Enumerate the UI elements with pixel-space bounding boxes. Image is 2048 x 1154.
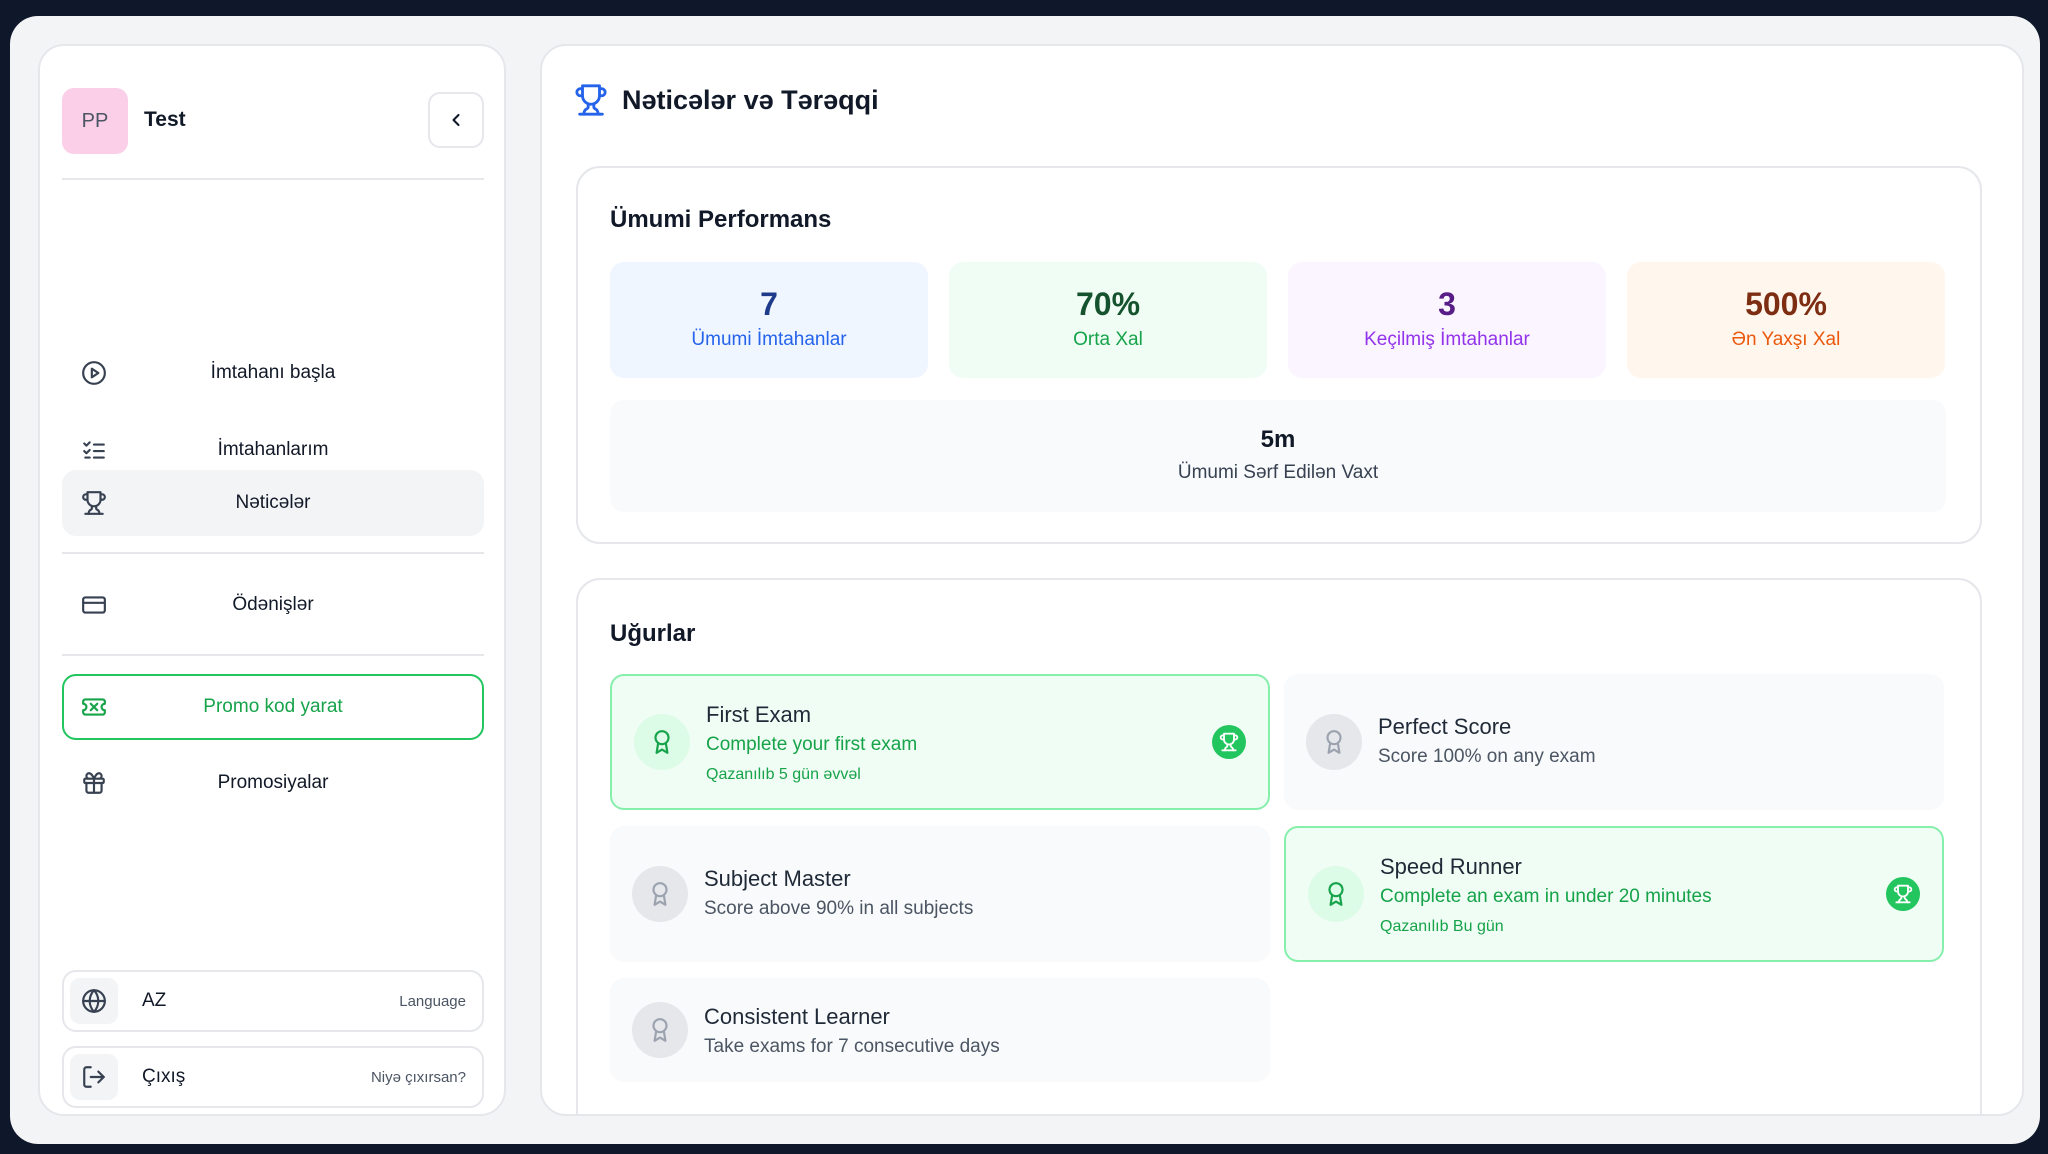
award-icon <box>632 1002 688 1058</box>
stat-label: Keçilmiş İmtahanlar <box>1364 329 1530 350</box>
user-profile: PP Test <box>62 88 484 180</box>
sidebar-item-label: Ödənişlər <box>232 594 314 615</box>
sidebar-item-label: İmtahanlarım <box>217 439 329 460</box>
chevron-left-icon <box>452 113 460 127</box>
earned-trophy-icon <box>1886 877 1920 911</box>
award-icon <box>634 714 690 770</box>
stat-label: Ümumi İmtahanlar <box>691 329 847 350</box>
language-selector[interactable]: AZ Language <box>62 970 484 1032</box>
achievement-title: Speed Runner <box>1380 854 1522 879</box>
total-time-value: 5m <box>1260 426 1296 453</box>
performance-title: Ümumi Performans <box>610 206 832 233</box>
play-circle-icon <box>80 359 108 387</box>
achievement-date: Qazanılıb Bu gün <box>1380 918 1504 935</box>
logout-icon <box>70 1054 118 1100</box>
achievement-title: First Exam <box>706 702 812 727</box>
credit-card-icon <box>80 591 108 619</box>
sidebar-item-label: Promosiyalar <box>217 772 329 793</box>
total-time-label: Ümumi Sərf Edilən Vaxt <box>1177 462 1379 483</box>
sidebar-item-create-promo[interactable]: Promo kod yarat <box>62 674 484 740</box>
divider <box>62 654 484 656</box>
stat-value: 70% <box>1075 286 1141 322</box>
sidebar: PP Test İmtahanı başla İmtahanlarım Nəti… <box>38 44 506 1116</box>
achievement-speed-runner: Speed Runner Complete an exam in under 2… <box>1284 826 1944 962</box>
stat-passed-exams: 3 Keçilmiş İmtahanlar <box>1288 262 1606 378</box>
globe-icon <box>70 978 118 1024</box>
achievement-date: Qazanılıb 5 gün əvvəl <box>706 766 861 783</box>
sidebar-item-results[interactable]: Nəticələr <box>62 470 484 536</box>
achievement-perfect-score: Perfect Score Score 100% on any exam <box>1284 674 1944 810</box>
stat-value: 500% <box>1745 286 1827 322</box>
total-time-box: 5m Ümumi Sərf Edilən Vaxt <box>610 400 1946 512</box>
app-window: PP Test İmtahanı başla İmtahanlarım Nəti… <box>10 16 2040 1144</box>
award-icon <box>632 866 688 922</box>
achievement-desc: Take exams for 7 consecutive days <box>704 1036 1000 1057</box>
page-header: Nəticələr və Tərəqqi <box>574 80 879 120</box>
achievement-desc: Complete your first exam <box>706 734 918 755</box>
divider <box>62 552 484 554</box>
stat-label: Orta Xal <box>1073 329 1143 350</box>
trophy-icon <box>80 489 108 517</box>
collapse-sidebar-button[interactable] <box>428 92 484 148</box>
sidebar-item-label: İmtahanı başla <box>210 362 336 383</box>
achievement-desc: Score above 90% in all subjects <box>704 898 974 919</box>
achievement-title: Subject Master <box>704 866 851 891</box>
sidebar-item-promotions[interactable]: Promosiyalar <box>62 750 484 816</box>
page-title: Nəticələr və Tərəqqi <box>622 84 879 115</box>
stat-total-exams: 7 Ümumi İmtahanlar <box>610 262 928 378</box>
award-icon <box>1308 866 1364 922</box>
main-content: Nəticələr və Tərəqqi Ümumi Performans 7 … <box>540 44 2024 1116</box>
checklist-icon <box>80 436 108 464</box>
avatar: PP <box>62 88 128 154</box>
sidebar-item-payments[interactable]: Ödənişlər <box>62 572 484 638</box>
award-icon <box>1306 714 1362 770</box>
stat-value: 3 <box>1438 286 1456 322</box>
achievement-title: Perfect Score <box>1378 714 1512 739</box>
stat-average-score: 70% Orta Xal <box>949 262 1267 378</box>
logout-button[interactable]: Çıxış Niyə çıxırsan? <box>62 1046 484 1108</box>
achievements-title: Uğurlar <box>610 620 696 647</box>
trophy-icon <box>575 84 607 116</box>
user-name: Test <box>144 108 186 131</box>
achievements-card: Uğurlar First Exam Complete your first e… <box>576 578 1982 1114</box>
logout-hint: Niyə çıxırsan? <box>370 1069 466 1086</box>
gift-icon <box>80 769 108 797</box>
language-value: AZ <box>142 990 167 1011</box>
achievement-first-exam: First Exam Complete your first exam Qaza… <box>610 674 1270 810</box>
ticket-icon <box>80 693 108 721</box>
stat-best-score: 500% Ən Yaxşı Xal <box>1627 262 1945 378</box>
performance-card: Ümumi Performans 7 Ümumi İmtahanlar 70% … <box>576 166 1982 544</box>
sidebar-item-label: Promo kod yarat <box>203 696 343 717</box>
sidebar-item-label: Nəticələr <box>235 492 311 513</box>
earned-trophy-icon <box>1212 725 1246 759</box>
sidebar-item-start-exam[interactable]: İmtahanı başla <box>62 340 484 406</box>
language-hint: Language <box>399 993 466 1010</box>
stat-value: 7 <box>760 286 778 322</box>
achievement-subject-master: Subject Master Score above 90% in all su… <box>610 826 1270 962</box>
achievement-desc: Score 100% on any exam <box>1378 746 1596 767</box>
logout-label: Çıxış <box>142 1066 186 1087</box>
achievement-consistent-learner: Consistent Learner Take exams for 7 cons… <box>610 978 1270 1082</box>
achievement-title: Consistent Learner <box>704 1004 890 1029</box>
stat-label: Ən Yaxşı Xal <box>1731 329 1841 350</box>
achievement-desc: Complete an exam in under 20 minutes <box>1380 886 1712 907</box>
